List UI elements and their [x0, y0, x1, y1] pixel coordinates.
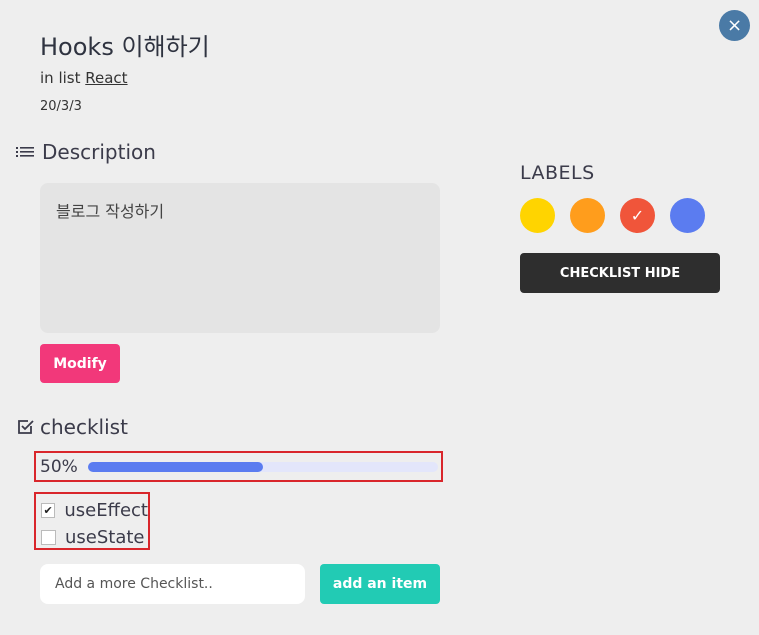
description-list-icon — [16, 147, 34, 157]
description-heading-label: Description — [42, 140, 156, 164]
checklist-heading-label: checklist — [40, 415, 128, 439]
add-checklist-input[interactable] — [40, 564, 305, 604]
card-title: Hooks 이해하기 — [40, 33, 210, 61]
label-orange[interactable] — [570, 198, 605, 233]
card-date: 20/3/3 — [40, 99, 82, 114]
description-heading: Description — [14, 140, 156, 164]
close-button[interactable]: × — [719, 10, 750, 41]
list-info: in list React — [40, 69, 128, 87]
check-icon: ✓ — [630, 206, 645, 225]
label-red[interactable]: ✓ — [620, 198, 655, 233]
checklist-checkbox-icon — [18, 420, 34, 434]
card-detail-modal: × Hooks 이해하기 in list React 20/3/3 Descri… — [0, 0, 759, 635]
checklist-item[interactable]: useState — [36, 524, 148, 551]
progress-fill — [88, 461, 263, 472]
labels-heading: LABELS — [520, 162, 595, 184]
list-link[interactable]: React — [85, 69, 127, 87]
list-prefix: in list — [40, 69, 81, 87]
label-blue[interactable] — [670, 198, 705, 233]
progress-percent: 50% — [40, 456, 78, 477]
checklist-hide-button[interactable]: CHECKLIST HIDE — [520, 253, 720, 293]
progress-track — [88, 461, 438, 472]
modify-button[interactable]: Modify — [40, 344, 120, 383]
checklist-items: ✔ useEffect useState — [34, 492, 150, 550]
checklist-item-label: useState — [65, 527, 145, 548]
description-text[interactable]: 블로그 작성하기 — [40, 183, 440, 333]
close-icon: × — [726, 15, 743, 36]
checked-checkbox[interactable]: ✔ — [41, 503, 56, 518]
checklist-item[interactable]: ✔ useEffect — [36, 497, 148, 524]
checklist-progress: 50% — [34, 451, 443, 482]
label-yellow[interactable] — [520, 198, 555, 233]
checklist-item-label: useEffect — [64, 500, 148, 521]
checklist-heading: checklist — [16, 415, 128, 439]
unchecked-checkbox[interactable] — [41, 530, 56, 545]
add-item-button[interactable]: add an item — [320, 564, 440, 604]
